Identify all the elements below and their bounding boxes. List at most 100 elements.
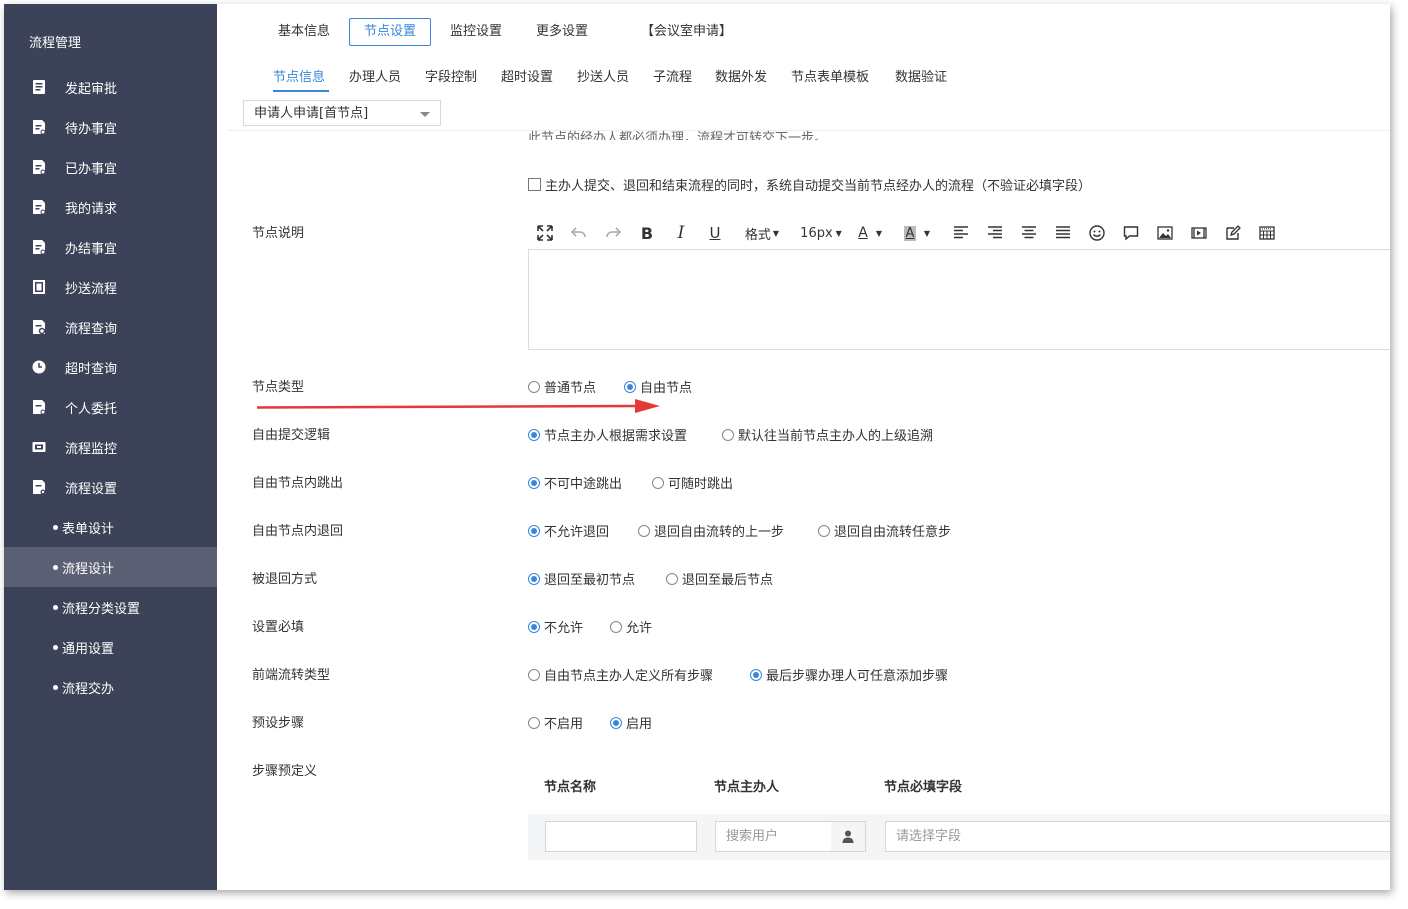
free-submit-logic-option-0[interactable]: 节点主办人根据需求设置 (528, 425, 687, 444)
caret-down-icon: ▼ (835, 228, 842, 238)
fullscreen-icon[interactable] (536, 222, 554, 244)
underline-icon[interactable]: U (706, 222, 724, 244)
emoji-icon[interactable] (1088, 222, 1106, 244)
node-type-normal-option[interactable]: 普通节点 (528, 377, 596, 396)
preset-steps-option-1[interactable]: 启用 (610, 713, 652, 732)
sidebar-item-todo[interactable]: 待办事宜 (4, 107, 217, 147)
align-center-icon[interactable] (1020, 222, 1038, 244)
subtab-handlers[interactable]: 办理人员 (349, 66, 401, 85)
free-jump-out-label: 自由节点内跳出 (252, 476, 344, 491)
radio-button[interactable] (666, 572, 678, 585)
steps-column-node-owner: 节点主办人 (714, 780, 780, 795)
radio-button[interactable] (624, 380, 636, 393)
radio-button[interactable] (528, 620, 540, 633)
radio-button[interactable] (818, 524, 830, 537)
sidebar-item-done[interactable]: 已办事宜 (4, 147, 217, 187)
search-user-input[interactable] (715, 821, 832, 852)
redo-icon[interactable] (604, 222, 622, 244)
radio-button[interactable] (528, 380, 540, 393)
subtab-data-export[interactable]: 数据外发 (715, 66, 767, 85)
sidebar-item-my-requests[interactable]: 我的请求 (4, 187, 217, 227)
free-jump-out-option-0[interactable]: 不可中途跳出 (528, 473, 622, 492)
format-dropdown[interactable]: 格式 ▼ (740, 222, 784, 244)
subtab-form-template[interactable]: 节点表单模板 (791, 66, 869, 85)
radio-button[interactable] (528, 668, 540, 681)
radio-button[interactable] (610, 716, 622, 729)
option-label: 节点主办人根据需求设置 (544, 429, 688, 444)
node-type-free-option[interactable]: 自由节点 (624, 377, 692, 396)
radio-button[interactable] (638, 524, 650, 537)
align-right-icon[interactable] (986, 222, 1004, 244)
font-color-caret-icon[interactable]: ▼ (874, 222, 884, 244)
undo-icon[interactable] (570, 222, 588, 244)
step-node-name-input[interactable] (545, 821, 697, 852)
font-size-dropdown[interactable]: 16px ▼ (798, 222, 844, 244)
comment-icon[interactable] (1122, 222, 1140, 244)
table-icon[interactable] (1258, 222, 1276, 244)
user-picker-button[interactable] (831, 821, 866, 852)
select-field-input[interactable] (885, 821, 1390, 852)
preset-steps-option-0[interactable]: 不启用 (528, 713, 583, 732)
free-return-option-0[interactable]: 不允许退回 (528, 521, 609, 540)
image-icon[interactable] (1156, 222, 1174, 244)
subtab-field-control[interactable]: 字段控制 (425, 66, 477, 85)
node-description-editor[interactable] (528, 249, 1390, 350)
frontend-flow-type-option-0[interactable]: 自由节点主办人定义所有步骤 (528, 665, 713, 684)
italic-icon[interactable]: I (672, 222, 690, 244)
returned-mode-option-0[interactable]: 退回至最初节点 (528, 569, 635, 588)
sidebar-item-flow-query[interactable]: 流程查询 (4, 307, 217, 347)
sidebar-item-timeout-query[interactable]: 超时查询 (4, 347, 217, 387)
checkbox-box[interactable] (528, 178, 541, 191)
sidebar-item-monitor[interactable]: 流程监控 (4, 427, 217, 467)
radio-button[interactable] (722, 428, 734, 441)
video-icon[interactable] (1190, 222, 1208, 244)
font-color-icon[interactable]: A (856, 222, 870, 244)
sidebar-item-delegate[interactable]: 个人委托 (4, 387, 217, 427)
bg-color-caret-icon[interactable]: ▼ (922, 222, 932, 244)
frontend-flow-type-option-1[interactable]: 最后步骤办理人可任意添加步骤 (750, 665, 948, 684)
subtab-subflow[interactable]: 子流程 (653, 66, 692, 85)
sidebar-item-start-approval[interactable]: 发起审批 (4, 67, 217, 107)
align-justify-icon[interactable] (1054, 222, 1072, 244)
option-label: 启用 (626, 717, 653, 732)
auto-submit-checkbox[interactable]: 主办人提交、退回和结束流程的同时，系统自动提交当前节点经办人的流程（不验证必填字… (528, 175, 1091, 194)
returned-mode-label: 被退回方式 (252, 572, 318, 587)
option-label: 退回自由流转任意步 (834, 525, 952, 540)
radio-button[interactable] (528, 572, 540, 585)
caret-down-icon: ▼ (772, 228, 780, 238)
free-jump-out-option-1[interactable]: 可随时跳出 (652, 473, 733, 492)
sidebar-item-settings[interactable]: 流程设置 (4, 467, 217, 507)
background-color-icon[interactable]: A (902, 222, 918, 244)
sidebar-item-cc-flow[interactable]: 抄送流程 (4, 267, 217, 307)
subtab-node-info[interactable]: 节点信息 (273, 66, 325, 85)
subtab-cc[interactable]: 抄送人员 (577, 66, 629, 85)
bold-icon[interactable]: B (638, 222, 656, 244)
steps-column-node-name: 节点名称 (544, 780, 597, 795)
tab-more-settings[interactable]: 更多设置 (522, 18, 602, 46)
align-left-icon[interactable] (952, 222, 970, 244)
radio-button[interactable] (652, 476, 664, 489)
tab-monitor-settings[interactable]: 监控设置 (436, 18, 516, 46)
required-setting-option-0[interactable]: 不允许 (528, 617, 583, 636)
free-return-option-1[interactable]: 退回自由流转的上一步 (638, 521, 784, 540)
radio-button[interactable] (528, 524, 540, 537)
sidebar-item-finished[interactable]: 办结事宜 (4, 227, 217, 267)
radio-button[interactable] (528, 476, 540, 489)
subtab-data-validation[interactable]: 数据验证 (895, 66, 947, 85)
returned-mode-option-1[interactable]: 退回至最后节点 (666, 569, 773, 588)
required-setting-option-1[interactable]: 允许 (610, 617, 652, 636)
free-return-option-2[interactable]: 退回自由流转任意步 (818, 521, 951, 540)
option-label: 不允许退回 (544, 525, 610, 540)
free-submit-logic-option-1[interactable]: 默认往当前节点主办人的上级追溯 (722, 425, 933, 444)
option-label: 允许 (626, 621, 653, 636)
radio-button[interactable] (528, 716, 540, 729)
radio-button[interactable] (750, 668, 762, 681)
tab-basic-info[interactable]: 基本信息 (264, 18, 344, 46)
radio-button[interactable] (528, 428, 540, 441)
radio-button[interactable] (610, 620, 622, 633)
step-predefine-label: 步骤预定义 (252, 764, 318, 779)
subtab-timeout[interactable]: 超时设置 (501, 66, 553, 85)
node-select[interactable]: 申请人申请[首节点] (243, 100, 441, 126)
edit-icon[interactable] (1224, 222, 1242, 244)
tab-node-settings[interactable]: 节点设置 (349, 18, 432, 46)
